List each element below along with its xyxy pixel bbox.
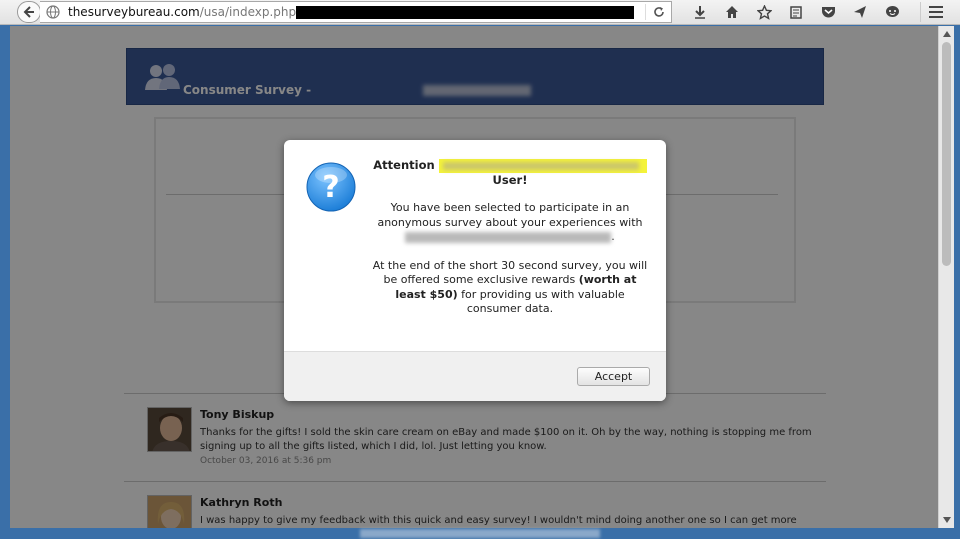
page-viewport: Consumer Survey - Tony Biskup Thanks for… <box>10 26 938 528</box>
back-button[interactable] <box>17 1 41 23</box>
scrollbar-thumb[interactable] <box>942 42 951 266</box>
accept-button[interactable]: Accept <box>577 367 650 386</box>
reader-icon[interactable] <box>780 2 812 22</box>
vertical-scrollbar[interactable] <box>938 26 954 528</box>
dialog-footer: Accept <box>284 351 666 401</box>
dialog-paragraph-1-text: You have been selected to participate in… <box>377 201 643 229</box>
reload-button[interactable] <box>645 4 665 20</box>
menu-icon <box>928 6 943 18</box>
download-icon[interactable] <box>684 2 716 22</box>
address-bar[interactable]: thesurveybureau.com/usa/indexp.php? <box>40 1 672 23</box>
toolbar-icons <box>684 2 908 22</box>
bookmark-star-icon[interactable] <box>748 2 780 22</box>
dialog-title-prefix: Attention <box>373 158 435 172</box>
scroll-down-arrow-icon[interactable] <box>939 513 954 527</box>
back-icon <box>23 6 34 18</box>
scroll-up-arrow-icon[interactable] <box>939 27 954 41</box>
attention-dialog: ? Attention User! You have been selected… <box>284 140 666 401</box>
url-domain: thesurveybureau.com <box>68 5 200 19</box>
globe-icon <box>46 5 64 19</box>
dialog-title: Attention User! <box>368 158 652 187</box>
chat-icon[interactable] <box>876 2 908 22</box>
send-icon[interactable] <box>844 2 876 22</box>
blurred-company-name <box>405 231 612 243</box>
dialog-paragraph-2-end: for providing us with valuable consumer … <box>461 287 625 316</box>
menu-button[interactable] <box>920 2 950 22</box>
dialog-paragraph-2: At the end of the short 30 second survey… <box>368 259 652 317</box>
svg-text:?: ? <box>322 170 339 205</box>
browser-toolbar: thesurveybureau.com/usa/indexp.php? <box>0 0 960 25</box>
reload-icon <box>654 7 664 17</box>
dialog-paragraph-1: You have been selected to participate in… <box>377 201 643 243</box>
question-icon: ? <box>306 162 356 212</box>
blurred-watermark <box>360 529 600 538</box>
dialog-message: Attention User! You have been selected t… <box>368 158 652 317</box>
dialog-title-suffix: User! <box>492 172 528 187</box>
home-icon[interactable] <box>716 2 748 22</box>
url-path: /usa/indexp.php? <box>199 5 303 19</box>
pocket-icon[interactable] <box>812 2 844 22</box>
url-redaction <box>296 6 634 19</box>
highlighted-redaction <box>438 158 647 173</box>
